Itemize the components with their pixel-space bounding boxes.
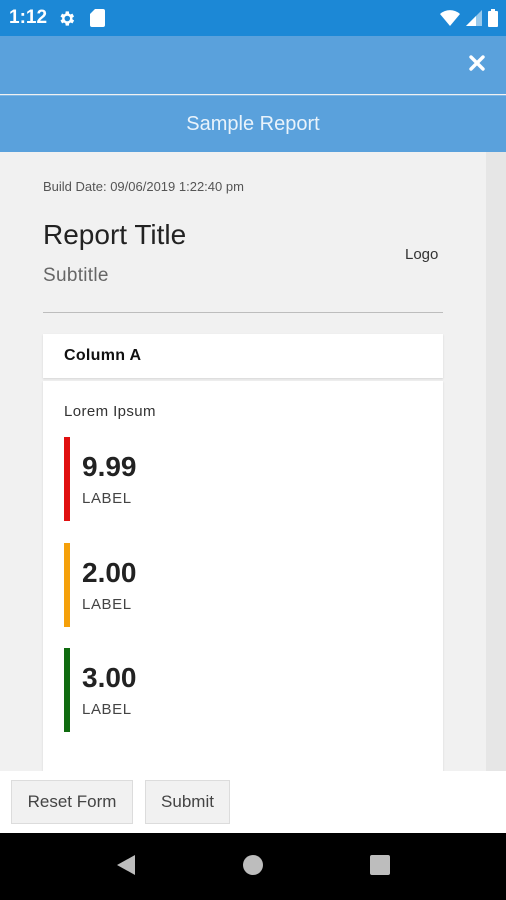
metric-item: 3.00 LABEL xyxy=(64,648,364,732)
back-button[interactable] xyxy=(112,853,140,881)
signal-icon xyxy=(466,10,482,26)
report-content[interactable]: Build Date: 09/06/2019 1:22:40 pm Report… xyxy=(0,152,486,771)
recents-button[interactable] xyxy=(366,853,394,881)
page-title: Sample Report xyxy=(186,113,320,135)
navigation-bar xyxy=(0,833,506,900)
card-header: Column A xyxy=(43,334,443,378)
metric-color-bar xyxy=(64,543,70,627)
card-body: Lorem Ipsum 9.99 LABEL 2.00 LABEL 3.00 L… xyxy=(43,381,443,771)
scrollbar[interactable] xyxy=(486,152,506,771)
metric-value: 9.99 xyxy=(82,451,137,482)
divider xyxy=(43,312,443,313)
app-bar xyxy=(0,36,506,94)
metric-color-bar xyxy=(64,648,70,732)
metric-value: 3.00 xyxy=(82,662,137,693)
metric-label: LABEL xyxy=(82,596,132,613)
metric-item: 9.99 LABEL xyxy=(64,437,364,521)
status-bar: 1:12 xyxy=(0,0,506,36)
home-icon xyxy=(242,854,264,881)
section-label: Lorem Ipsum xyxy=(64,403,156,420)
submit-button[interactable]: Submit xyxy=(145,780,230,824)
recents-icon xyxy=(370,854,390,880)
metric-color-bar xyxy=(64,437,70,521)
logo: Logo xyxy=(405,246,439,263)
metric-label: LABEL xyxy=(82,701,132,718)
report-title: Report Title xyxy=(43,219,187,250)
metric-item: 2.00 LABEL xyxy=(64,543,364,627)
home-button[interactable] xyxy=(239,853,267,881)
card-header-title: Column A xyxy=(64,347,142,364)
metric-label: LABEL xyxy=(82,490,132,507)
back-icon xyxy=(115,853,137,882)
form-footer: Reset Form Submit xyxy=(0,771,506,833)
build-date: Build Date: 09/06/2019 1:22:40 pm xyxy=(43,179,244,194)
battery-icon xyxy=(488,9,498,27)
reset-form-button[interactable]: Reset Form xyxy=(11,780,133,824)
metric-value: 2.00 xyxy=(82,557,137,588)
close-icon xyxy=(469,54,485,76)
report-subtitle: Subtitle xyxy=(43,265,109,286)
gear-icon xyxy=(57,9,76,28)
wifi-icon xyxy=(440,10,460,26)
close-button[interactable] xyxy=(464,52,490,78)
sd-card-icon xyxy=(90,9,106,27)
title-bar: Sample Report xyxy=(0,95,506,153)
status-time: 1:12 xyxy=(9,7,48,28)
